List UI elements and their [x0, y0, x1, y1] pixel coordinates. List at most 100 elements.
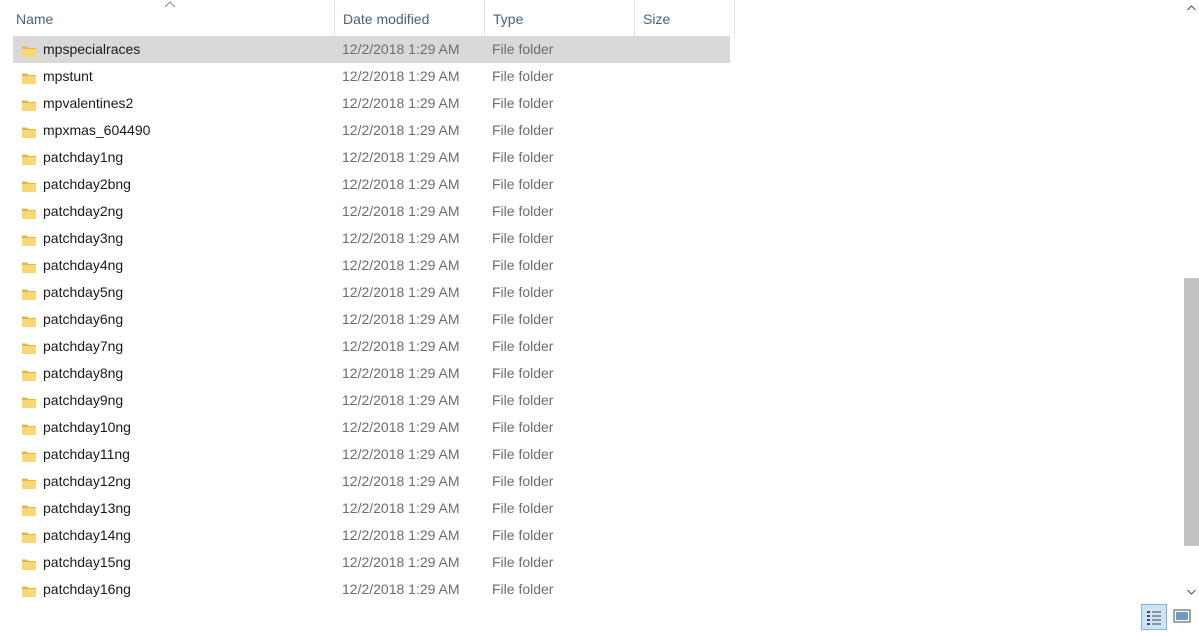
file-type: File folder — [492, 95, 554, 111]
file-name: patchday9ng — [43, 392, 124, 408]
file-type: File folder — [492, 338, 554, 354]
folder-icon — [21, 392, 37, 408]
file-date-modified: 12/2/2018 1:29 AM — [342, 527, 460, 543]
file-date-modified: 12/2/2018 1:29 AM — [342, 554, 460, 570]
folder-icon — [21, 230, 37, 246]
file-name: patchday2bng — [43, 176, 131, 192]
file-type: File folder — [492, 581, 554, 597]
folder-icon — [21, 122, 37, 138]
file-row[interactable]: patchday3ng 12/2/2018 1:29 AM File folder — [13, 225, 730, 252]
scrollbar-thumb[interactable] — [1184, 278, 1199, 546]
file-row[interactable]: patchday8ng 12/2/2018 1:29 AM File folder — [13, 360, 730, 387]
file-row[interactable]: mpvalentines2 12/2/2018 1:29 AM File folde… — [13, 90, 730, 117]
file-row[interactable]: patchday5ng 12/2/2018 1:29 AM File folder — [13, 279, 730, 306]
file-row[interactable]: patchday10ng 12/2/2018 1:29 AM File folder — [13, 414, 730, 441]
file-name: patchday12ng — [43, 473, 131, 489]
sort-ascending-icon — [164, 0, 178, 10]
folder-icon — [21, 284, 37, 300]
file-row[interactable]: patchday4ng 12/2/2018 1:29 AM File folder — [13, 252, 730, 279]
file-name: patchday10ng — [43, 419, 131, 435]
file-row[interactable]: patchday9ng 12/2/2018 1:29 AM File folder — [13, 387, 730, 414]
file-row[interactable]: patchday13ng 12/2/2018 1:29 AM File folder — [13, 495, 730, 522]
file-date-modified: 12/2/2018 1:29 AM — [342, 473, 460, 489]
large-icons-view-icon — [1170, 609, 1194, 631]
folder-icon — [21, 257, 37, 273]
file-row[interactable]: patchday2ng 12/2/2018 1:29 AM File folder — [13, 198, 730, 225]
folder-icon — [21, 500, 37, 516]
file-name: patchday14ng — [43, 527, 131, 543]
file-type: File folder — [492, 527, 554, 543]
file-row[interactable]: patchday6ng 12/2/2018 1:29 AM File folder — [13, 306, 730, 333]
file-date-modified: 12/2/2018 1:29 AM — [342, 230, 460, 246]
details-view-button[interactable] — [1141, 604, 1167, 630]
file-name: patchday6ng — [43, 311, 124, 327]
folder-icon — [21, 149, 37, 165]
column-header-size-label: Size — [643, 11, 671, 27]
folder-icon — [21, 203, 37, 219]
file-type: File folder — [492, 176, 554, 192]
file-row[interactable]: mpspecialraces 12/2/2018 1:29 AM File fold… — [13, 36, 730, 63]
file-name: patchday2ng — [43, 203, 124, 219]
file-date-modified: 12/2/2018 1:29 AM — [342, 446, 460, 462]
file-name: patchday8ng — [43, 365, 124, 381]
folder-icon — [21, 311, 37, 327]
folder-icon — [21, 419, 37, 435]
file-row[interactable]: mpstunt 12/2/2018 1:29 AM File folder — [13, 63, 730, 90]
folder-icon — [21, 338, 37, 354]
folder-icon — [21, 581, 37, 597]
file-name: patchday1ng — [43, 149, 124, 165]
file-type: File folder — [492, 311, 554, 327]
scroll-down-arrow-icon[interactable] — [1184, 584, 1199, 601]
file-name: mpvalentines2 — [43, 95, 134, 111]
folder-icon — [21, 365, 37, 381]
file-row[interactable]: mpxmas_604490 12/2/2018 1:29 AM File folde… — [13, 117, 730, 144]
file-type: File folder — [492, 122, 554, 138]
file-date-modified: 12/2/2018 1:29 AM — [342, 419, 460, 435]
file-list: mpspecialraces 12/2/2018 1:29 AM File fold… — [13, 36, 730, 603]
folder-icon — [21, 554, 37, 570]
folder-icon — [21, 527, 37, 543]
file-type: File folder — [492, 68, 554, 84]
vertical-scrollbar[interactable] — [1182, 0, 1199, 602]
file-row[interactable]: patchday14ng 12/2/2018 1:29 AM File folder — [13, 522, 730, 549]
file-name: patchday11ng — [43, 446, 130, 462]
file-date-modified: 12/2/2018 1:29 AM — [342, 257, 460, 273]
column-header-name-label: Name — [16, 11, 54, 27]
column-header-type-label: Type — [493, 11, 524, 27]
file-row[interactable]: patchday1ng 12/2/2018 1:29 AM File folder — [13, 144, 730, 171]
file-name: mpxmas_604490 — [43, 122, 151, 138]
file-type: File folder — [492, 365, 554, 381]
file-type: File folder — [492, 419, 554, 435]
file-type: File folder — [492, 446, 554, 462]
scroll-up-arrow-icon[interactable] — [1184, 0, 1199, 17]
file-date-modified: 12/2/2018 1:29 AM — [342, 122, 460, 138]
file-type: File folder — [492, 257, 554, 273]
details-view-icon — [1142, 611, 1166, 632]
file-row[interactable]: patchday11ng 12/2/2018 1:29 AM File folder — [13, 441, 730, 468]
file-date-modified: 12/2/2018 1:29 AM — [342, 203, 460, 219]
folder-icon — [21, 176, 37, 192]
file-row[interactable]: patchday16ng 12/2/2018 1:29 AM File folder — [13, 576, 730, 603]
file-row[interactable]: patchday2bng 12/2/2018 1:29 AM File folder — [13, 171, 730, 198]
column-header-size[interactable]: Size — [634, 0, 735, 38]
large-icons-view-button[interactable] — [1170, 604, 1196, 630]
file-name: mpstunt — [43, 68, 93, 84]
file-type: File folder — [492, 392, 554, 408]
file-date-modified: 12/2/2018 1:29 AM — [342, 500, 460, 516]
column-header-date-modified[interactable]: Date modified — [334, 0, 484, 38]
file-date-modified: 12/2/2018 1:29 AM — [342, 365, 460, 381]
file-date-modified: 12/2/2018 1:29 AM — [342, 41, 460, 57]
file-row[interactable]: patchday7ng 12/2/2018 1:29 AM File folder — [13, 333, 730, 360]
folder-icon — [21, 41, 37, 57]
file-type: File folder — [492, 473, 554, 489]
folder-icon — [21, 473, 37, 489]
file-name: patchday15ng — [43, 554, 131, 570]
file-date-modified: 12/2/2018 1:29 AM — [342, 581, 460, 597]
file-name: patchday3ng — [43, 230, 124, 246]
file-date-modified: 12/2/2018 1:29 AM — [342, 68, 460, 84]
column-header-type[interactable]: Type — [484, 0, 634, 38]
file-row[interactable]: patchday15ng 12/2/2018 1:29 AM File folder — [13, 549, 730, 576]
file-name: patchday16ng — [43, 581, 131, 597]
file-type: File folder — [492, 500, 554, 516]
file-row[interactable]: patchday12ng 12/2/2018 1:29 AM File folder — [13, 468, 730, 495]
